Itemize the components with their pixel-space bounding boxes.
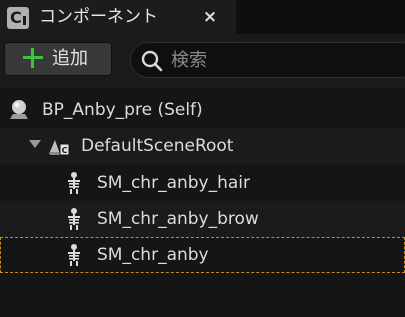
tree-row-sm-chr-anby[interactable]: SM_chr_anby	[0, 237, 405, 273]
tree-row-sm-chr-anby-hair[interactable]: SM_chr_anby_hair	[0, 165, 405, 201]
chevron-down-icon[interactable]	[29, 140, 41, 148]
tree-row-label: SM_chr_anby_hair	[97, 173, 251, 193]
search-box[interactable]	[130, 42, 405, 78]
components-panel: C コンポーネント × 追加 BP_Anby_pre (Self	[0, 0, 405, 317]
blueprint-c-icon: C	[7, 7, 29, 29]
tree-row-self[interactable]: BP_Anby_pre (Self)	[0, 92, 405, 128]
skeletal-mesh-icon	[68, 244, 80, 266]
search-input[interactable]	[171, 47, 401, 73]
svg-text:C: C	[62, 146, 68, 155]
tab-title: コンポーネント	[39, 7, 158, 27]
add-component-button[interactable]: 追加	[4, 42, 112, 76]
tab-components[interactable]: C コンポーネント ×	[0, 0, 237, 34]
tree-row-label: SM_chr_anby	[97, 245, 209, 265]
scene-root-icon: C	[49, 140, 70, 156]
plus-icon	[22, 47, 44, 69]
tab-bar: C コンポーネント ×	[0, 0, 405, 34]
skeletal-mesh-icon	[68, 172, 80, 194]
skeletal-mesh-icon	[68, 208, 80, 230]
close-icon[interactable]: ×	[198, 5, 222, 29]
toolbar: 追加	[0, 34, 405, 88]
tree-row-label: SM_chr_anby_brow	[97, 209, 259, 229]
tree-row-label: DefaultSceneRoot	[81, 136, 234, 156]
tree-row-label: BP_Anby_pre (Self)	[42, 100, 203, 120]
actor-self-icon	[10, 100, 28, 119]
add-button-label: 追加	[52, 48, 88, 69]
component-tree: BP_Anby_pre (Self) C DefaultSceneRoot SM…	[0, 90, 405, 317]
tree-row-sm-chr-anby-brow[interactable]: SM_chr_anby_brow	[0, 201, 405, 237]
tree-row-default-scene-root[interactable]: C DefaultSceneRoot	[0, 128, 405, 164]
search-icon	[141, 50, 163, 72]
